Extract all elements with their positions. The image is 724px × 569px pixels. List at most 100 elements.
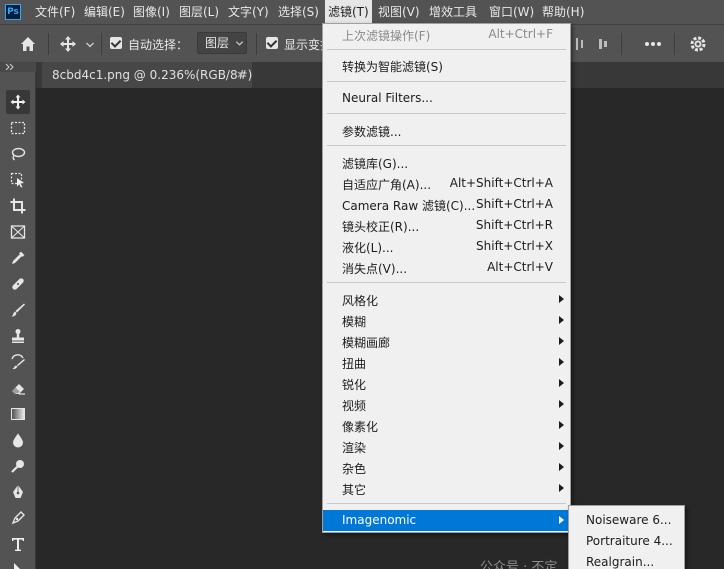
menu-item-label: 扭曲 <box>342 357 367 371</box>
menu-item-convert-smart-filter[interactable]: 转换为智能滤镜(S) <box>323 55 570 76</box>
menu-item-label: 自适应广角(A)... <box>342 178 432 192</box>
separator <box>256 33 257 55</box>
menu-item-label: 锐化 <box>342 378 367 392</box>
imagenomic-submenu: Noiseware 6... Portraiture 4... Realgrai… <box>568 505 685 569</box>
menu-filter[interactable]: 滤镜(T) <box>325 0 372 24</box>
home-icon[interactable] <box>18 34 38 54</box>
gradient-tool[interactable] <box>6 402 30 426</box>
menu-view[interactable]: 视图(V) <box>378 0 420 24</box>
healing-brush-tool[interactable] <box>6 272 30 296</box>
menu-item-shortcut: Alt+Shift+Ctrl+A <box>449 176 553 190</box>
brush-icon <box>11 303 25 317</box>
show-transform-checkbox[interactable] <box>266 37 278 49</box>
close-icon[interactable]: × <box>236 68 245 81</box>
menu-item-imagenomic[interactable]: Imagenomic <box>323 510 570 531</box>
menu-select[interactable]: 选择(S) <box>278 0 319 24</box>
eraser-tool[interactable] <box>6 376 30 400</box>
pen-path-tool[interactable] <box>6 506 30 530</box>
auto-select-checkbox[interactable] <box>110 37 122 49</box>
distribute-icon[interactable] <box>574 35 588 53</box>
menu-edit[interactable]: 编辑(E) <box>84 0 125 24</box>
menu-item-render[interactable]: 渲染 <box>323 436 570 457</box>
eraser-icon <box>12 384 25 395</box>
menu-item-neural-filters[interactable]: Neural Filters... <box>323 88 570 109</box>
submenu-arrow-icon <box>559 316 564 324</box>
menu-item-noise[interactable]: 杂色 <box>323 457 570 478</box>
arrow-icon <box>14 563 20 569</box>
menu-item-other[interactable]: 其它 <box>323 478 570 499</box>
menu-separator <box>327 81 566 82</box>
menu-item-lens-correction[interactable]: 镜头校正(R)... Shift+Ctrl+R <box>323 215 570 236</box>
drop-icon <box>13 433 23 448</box>
pen-nib-icon <box>11 511 25 525</box>
menu-image[interactable]: 图像(I) <box>133 0 170 24</box>
move-tool-preset-icon[interactable] <box>58 34 78 54</box>
pen-tool[interactable] <box>6 480 30 504</box>
menu-item-stylize[interactable]: 风格化 <box>323 289 570 310</box>
menu-separator <box>327 49 566 50</box>
menu-item-video[interactable]: 视频 <box>323 394 570 415</box>
menu-item-label: Noiseware 6... <box>586 513 672 527</box>
menu-item-blur-gallery[interactable]: 模糊画廊 <box>323 331 570 352</box>
menu-item-camera-raw-filter[interactable]: Camera Raw 滤镜(C)... Shift+Ctrl+A <box>323 194 570 215</box>
separator <box>48 33 49 55</box>
menu-item-label: 像素化 <box>342 420 379 434</box>
dodge-icon <box>11 460 24 473</box>
chevron-down-icon[interactable] <box>85 39 95 49</box>
menu-item-label: Imagenomic <box>342 513 417 527</box>
menu-window[interactable]: 窗口(W) <box>489 0 534 24</box>
object-selection-tool[interactable] <box>6 168 30 192</box>
menu-type[interactable]: 文字(Y) <box>228 0 269 24</box>
clone-stamp-tool[interactable] <box>6 324 30 348</box>
brush-tool[interactable] <box>6 298 30 322</box>
lasso-tool[interactable] <box>6 142 30 166</box>
more-options-icon[interactable] <box>643 35 663 53</box>
align-icon[interactable] <box>598 35 612 53</box>
menu-item-pixelate[interactable]: 像素化 <box>323 415 570 436</box>
submenu-item-noiseware[interactable]: Noiseware 6... <box>569 510 684 531</box>
move-icon <box>10 94 26 110</box>
move-tool[interactable] <box>6 90 30 114</box>
crop-tool[interactable] <box>6 194 30 218</box>
submenu-item-realgrain[interactable]: Realgrain... <box>569 552 684 569</box>
menu-item-sharpen[interactable]: 锐化 <box>323 373 570 394</box>
menu-item-parametric-filters[interactable]: 参数滤镜... <box>323 120 570 141</box>
panel-collapse-strip[interactable] <box>0 62 36 72</box>
pen-icon <box>13 485 23 498</box>
blur-tool[interactable] <box>6 428 30 452</box>
type-tool[interactable] <box>6 532 30 556</box>
menu-item-label: 镜头校正(R)... <box>342 220 420 234</box>
submenu-arrow-icon <box>559 400 564 408</box>
auto-select-target-dropdown[interactable]: 图层 <box>197 32 247 54</box>
eyedropper-tool[interactable] <box>6 246 30 270</box>
menu-item-label: Camera Raw 滤镜(C)... <box>342 199 476 213</box>
history-brush-tool[interactable] <box>6 350 30 374</box>
path-selection-tool[interactable] <box>6 558 30 569</box>
menu-item-blur[interactable]: 模糊 <box>323 310 570 331</box>
frame-tool[interactable] <box>6 220 30 244</box>
menu-item-distort[interactable]: 扭曲 <box>323 352 570 373</box>
menu-separator <box>327 282 566 283</box>
menu-item-label: 滤镜库(G)... <box>342 157 409 171</box>
menu-item-label: 模糊 <box>342 315 367 329</box>
dodge-tool[interactable] <box>6 454 30 478</box>
menu-item-shortcut: Shift+Ctrl+X <box>476 239 553 253</box>
chevron-down-icon <box>235 41 244 46</box>
menu-file[interactable]: 文件(F) <box>35 0 75 24</box>
menu-item-vanishing-point[interactable]: 消失点(V)... Alt+Ctrl+V <box>323 257 570 278</box>
submenu-arrow-icon <box>559 337 564 345</box>
menu-plugins[interactable]: 增效工具 <box>429 0 477 24</box>
submenu-arrow-icon <box>559 484 564 492</box>
menu-layer[interactable]: 图层(L) <box>179 0 219 24</box>
gear-icon[interactable] <box>688 34 708 54</box>
submenu-item-portraiture[interactable]: Portraiture 4... <box>569 531 684 552</box>
menu-item-shortcut: Shift+Ctrl+A <box>476 197 553 211</box>
menu-item-shortcut: Alt+Ctrl+F <box>488 27 553 41</box>
marquee-tool[interactable] <box>6 116 30 140</box>
document-tab[interactable]: 8cbd4c1.png @ 0.236%(RGB/8#) × <box>42 62 252 88</box>
menu-item-adaptive-wide-angle[interactable]: 自适应广角(A)... Alt+Shift+Ctrl+A <box>323 173 570 194</box>
lasso-icon <box>11 147 26 161</box>
menu-item-filter-gallery[interactable]: 滤镜库(G)... <box>323 152 570 173</box>
menu-help[interactable]: 帮助(H) <box>542 0 584 24</box>
menu-item-liquify[interactable]: 液化(L)... Shift+Ctrl+X <box>323 236 570 257</box>
